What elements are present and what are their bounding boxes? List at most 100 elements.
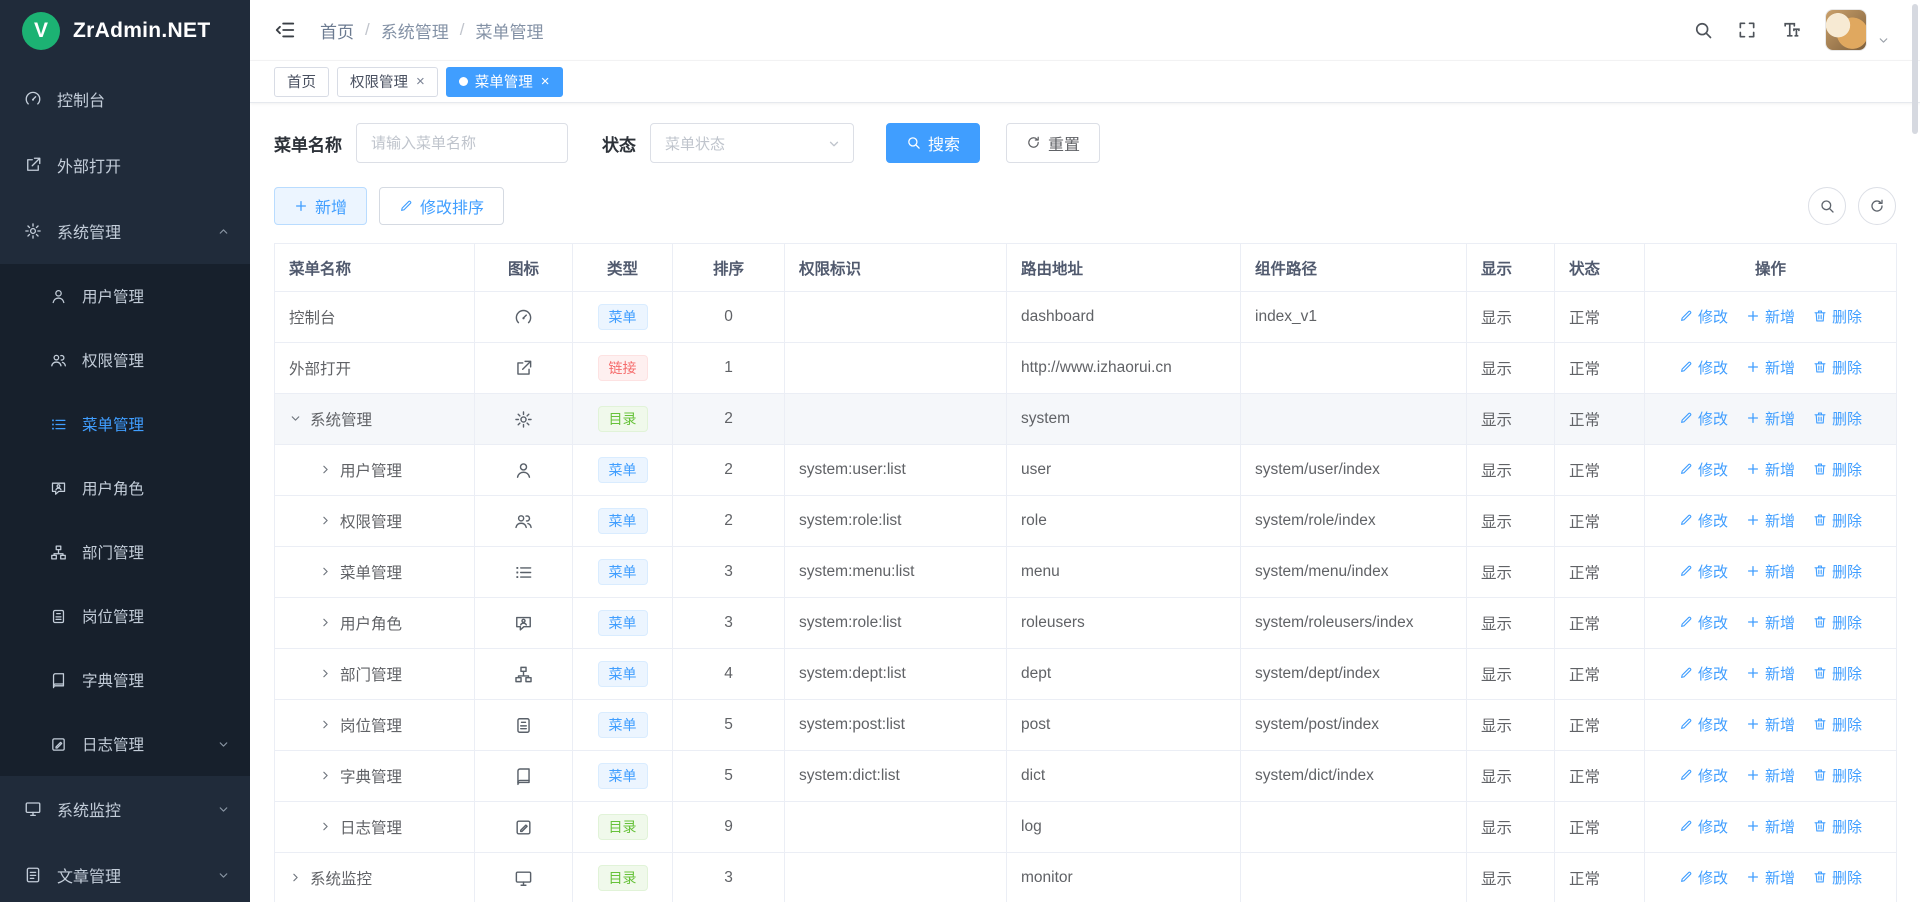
user-menu-caret-icon[interactable] [1877, 34, 1890, 47]
caret-right-icon[interactable] [319, 616, 332, 629]
row-delete-link[interactable]: 删除 [1813, 561, 1862, 582]
sidebar-item-user[interactable]: 用户管理 [0, 264, 250, 328]
row-delete-link[interactable]: 删除 [1813, 816, 1862, 837]
post-badge-icon [514, 716, 533, 735]
sidebar-item-monitor[interactable]: 系统监控 [0, 776, 250, 842]
sidebar-item-menu-list[interactable]: 菜单管理 [0, 392, 250, 456]
row-delete-link[interactable]: 删除 [1813, 714, 1862, 735]
cell-perm: system:user:list [785, 445, 1007, 496]
add-button[interactable]: 新增 [274, 187, 367, 225]
row-add-link[interactable]: 新增 [1746, 510, 1795, 531]
row-edit-link[interactable]: 修改 [1679, 561, 1728, 582]
caret-right-icon[interactable] [319, 514, 332, 527]
cell-sort: 3 [673, 598, 785, 649]
app-logo[interactable]: V ZrAdmin.NET [0, 0, 250, 62]
menu-fold-button[interactable] [274, 19, 296, 41]
caret-right-icon[interactable] [319, 769, 332, 782]
cell-status: 正常 [1555, 343, 1645, 394]
sidebar-item-article-doc[interactable]: 文章管理 [0, 842, 250, 902]
tab[interactable]: 菜单管理× [446, 67, 563, 97]
row-add-link[interactable]: 新增 [1746, 816, 1795, 837]
caret-right-icon[interactable] [289, 871, 302, 884]
sidebar-item-user-role[interactable]: 用户角色 [0, 456, 250, 520]
reset-button[interactable]: 重置 [1006, 123, 1100, 163]
caret-right-icon[interactable] [319, 820, 332, 833]
scrollbar[interactable] [1912, 4, 1918, 134]
row-edit-link[interactable]: 修改 [1679, 510, 1728, 531]
row-delete-link[interactable]: 删除 [1813, 867, 1862, 888]
cell-type: 菜单 [573, 598, 673, 649]
tab[interactable]: 权限管理× [337, 67, 438, 97]
sidebar-item-gear[interactable]: 系统管理 [0, 198, 250, 264]
op-label: 修改 [1698, 612, 1728, 633]
caret-right-icon[interactable] [319, 565, 332, 578]
row-add-link[interactable]: 新增 [1746, 714, 1795, 735]
breadcrumb: 首页/系统管理/菜单管理 [320, 18, 543, 43]
refresh-table-button[interactable] [1858, 187, 1896, 225]
edit-sort-button[interactable]: 修改排序 [379, 187, 504, 225]
row-delete-link[interactable]: 删除 [1813, 612, 1862, 633]
row-add-link[interactable]: 新增 [1746, 357, 1795, 378]
logo-icon: V [22, 12, 60, 50]
tab-close-icon[interactable]: × [540, 74, 550, 89]
row-delete-link[interactable]: 删除 [1813, 306, 1862, 327]
row-edit-link[interactable]: 修改 [1679, 459, 1728, 480]
row-edit-link[interactable]: 修改 [1679, 357, 1728, 378]
sidebar-item-log-edit[interactable]: 日志管理 [0, 712, 250, 776]
row-edit-link[interactable]: 修改 [1679, 714, 1728, 735]
sidebar-item-post-badge[interactable]: 岗位管理 [0, 584, 250, 648]
row-name: 控制台 [289, 306, 336, 328]
row-edit-link[interactable]: 修改 [1679, 765, 1728, 786]
font-size-button[interactable] [1781, 20, 1801, 40]
user-avatar[interactable] [1825, 9, 1867, 51]
row-add-link[interactable]: 新增 [1746, 663, 1795, 684]
caret-right-icon[interactable] [319, 463, 332, 476]
tab-close-icon[interactable]: × [415, 74, 425, 89]
sidebar-item-dict-book[interactable]: 字典管理 [0, 648, 250, 712]
row-add-link[interactable]: 新增 [1746, 867, 1795, 888]
row-add-link[interactable]: 新增 [1746, 306, 1795, 327]
type-badge: 菜单 [598, 508, 648, 534]
row-edit-link[interactable]: 修改 [1679, 408, 1728, 429]
row-delete-link[interactable]: 删除 [1813, 408, 1862, 429]
row-delete-link[interactable]: 删除 [1813, 765, 1862, 786]
menu-name-input[interactable] [356, 123, 568, 163]
sidebar-item-dept-tree[interactable]: 部门管理 [0, 520, 250, 584]
tab[interactable]: 首页 [274, 67, 329, 97]
monitor-icon [24, 800, 42, 818]
toggle-search-button[interactable] [1808, 187, 1846, 225]
search-button[interactable]: 搜索 [886, 123, 980, 163]
row-delete-link[interactable]: 删除 [1813, 357, 1862, 378]
sidebar-item-users[interactable]: 权限管理 [0, 328, 250, 392]
breadcrumb-item[interactable]: 首页 [320, 18, 354, 43]
row-edit-link[interactable]: 修改 [1679, 306, 1728, 327]
cell-visible: 显示 [1467, 292, 1555, 343]
row-delete-link[interactable]: 删除 [1813, 510, 1862, 531]
dept-tree-icon [514, 665, 533, 684]
row-delete-link[interactable]: 删除 [1813, 663, 1862, 684]
caret-right-icon[interactable] [319, 667, 332, 680]
row-add-link[interactable]: 新增 [1746, 612, 1795, 633]
fullscreen-button[interactable] [1737, 20, 1757, 40]
row-add-link[interactable]: 新增 [1746, 459, 1795, 480]
row-add-link[interactable]: 新增 [1746, 765, 1795, 786]
sidebar-item-dashboard[interactable]: 控制台 [0, 66, 250, 132]
row-add-link[interactable]: 新增 [1746, 408, 1795, 429]
row-edit-link[interactable]: 修改 [1679, 816, 1728, 837]
caret-right-icon[interactable] [319, 718, 332, 731]
header-search-button[interactable] [1693, 20, 1713, 40]
sidebar-item-external-link[interactable]: 外部打开 [0, 132, 250, 198]
caret-down-icon[interactable] [289, 412, 302, 425]
cell-ops: 修改新增删除 [1645, 445, 1897, 496]
row-edit-link[interactable]: 修改 [1679, 663, 1728, 684]
cell-route: roleusers [1007, 598, 1241, 649]
breadcrumb-item[interactable]: 系统管理 [381, 18, 449, 43]
row-delete-link[interactable]: 删除 [1813, 459, 1862, 480]
user-icon [50, 288, 67, 305]
menu-status-select[interactable]: 菜单状态 [650, 123, 854, 163]
row-add-link[interactable]: 新增 [1746, 561, 1795, 582]
row-edit-link[interactable]: 修改 [1679, 867, 1728, 888]
sidebar-item-label: 系统监控 [57, 797, 121, 821]
external-link-icon [24, 156, 42, 174]
row-edit-link[interactable]: 修改 [1679, 612, 1728, 633]
